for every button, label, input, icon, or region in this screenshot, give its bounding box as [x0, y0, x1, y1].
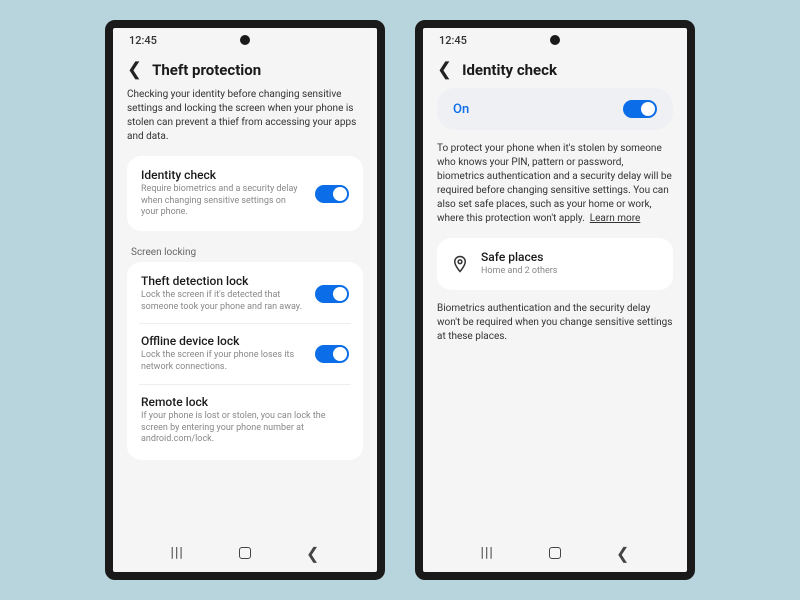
- nav-recent-icon[interactable]: |||: [171, 545, 184, 561]
- header: ❮ Theft protection: [113, 49, 377, 88]
- page-description: To protect your phone when it's stolen b…: [437, 142, 673, 226]
- remote-lock-title: Remote lock: [141, 395, 349, 409]
- section-label-screen-locking: Screen locking: [127, 241, 363, 262]
- nav-recent-icon[interactable]: |||: [481, 545, 494, 561]
- identity-check-master-toggle[interactable]: [623, 100, 657, 118]
- identity-check-title: Identity check: [141, 168, 305, 182]
- phone-left: 12:45 ❮ Theft protection Checking your i…: [105, 20, 385, 580]
- content: Checking your identity before changing s…: [113, 88, 377, 534]
- theft-detection-toggle[interactable]: [315, 285, 349, 303]
- identity-check-card[interactable]: Identity check Require biometrics and a …: [127, 156, 363, 231]
- safe-places-card[interactable]: Safe places Home and 2 others: [437, 238, 673, 290]
- learn-more-link[interactable]: Learn more: [590, 213, 641, 224]
- page-title: Identity check: [462, 61, 557, 79]
- nav-back-icon[interactable]: ❮: [616, 544, 629, 563]
- safe-places-title: Safe places: [481, 250, 659, 264]
- status-time: 12:45: [129, 34, 157, 47]
- status-bar: 12:45: [113, 28, 377, 49]
- header: ❮ Identity check: [423, 49, 687, 88]
- location-pin-icon: [451, 255, 469, 273]
- theft-detection-sub: Lock the screen if it's detected that so…: [141, 290, 305, 313]
- divider: [139, 323, 351, 324]
- offline-lock-row[interactable]: Offline device lock Lock the screen if y…: [141, 334, 349, 373]
- identity-check-toggle[interactable]: [315, 185, 349, 203]
- identity-check-sub: Require biometrics and a security delay …: [141, 184, 305, 219]
- content: On To protect your phone when it's stole…: [423, 88, 687, 534]
- divider: [139, 384, 351, 385]
- remote-lock-row[interactable]: Remote lock If your phone is lost or sto…: [141, 395, 349, 446]
- offline-lock-title: Offline device lock: [141, 334, 305, 348]
- remote-lock-sub: If your phone is lost or stolen, you can…: [141, 411, 349, 446]
- screen-locking-card: Theft detection lock Lock the screen if …: [127, 262, 363, 460]
- theft-detection-title: Theft detection lock: [141, 274, 305, 288]
- page-description: Checking your identity before changing s…: [127, 88, 363, 144]
- offline-lock-sub: Lock the screen if your phone loses its …: [141, 350, 305, 373]
- back-icon[interactable]: ❮: [437, 59, 452, 80]
- nav-home-icon[interactable]: [549, 547, 561, 559]
- status-time: 12:45: [439, 34, 467, 47]
- safe-places-footer: Biometrics authentication and the securi…: [437, 302, 673, 344]
- safe-places-sub: Home and 2 others: [481, 266, 659, 278]
- theft-detection-row[interactable]: Theft detection lock Lock the screen if …: [141, 274, 349, 313]
- on-toggle-card[interactable]: On: [437, 88, 673, 130]
- back-icon[interactable]: ❮: [127, 59, 142, 80]
- status-bar: 12:45: [423, 28, 687, 49]
- phone-right: 12:45 ❮ Identity check On To protect you…: [415, 20, 695, 580]
- nav-bar: ||| ❮: [113, 534, 377, 572]
- page-title: Theft protection: [152, 61, 261, 79]
- on-label: On: [453, 102, 469, 117]
- nav-bar: ||| ❮: [423, 534, 687, 572]
- offline-lock-toggle[interactable]: [315, 345, 349, 363]
- nav-home-icon[interactable]: [239, 547, 251, 559]
- nav-back-icon[interactable]: ❮: [306, 544, 319, 563]
